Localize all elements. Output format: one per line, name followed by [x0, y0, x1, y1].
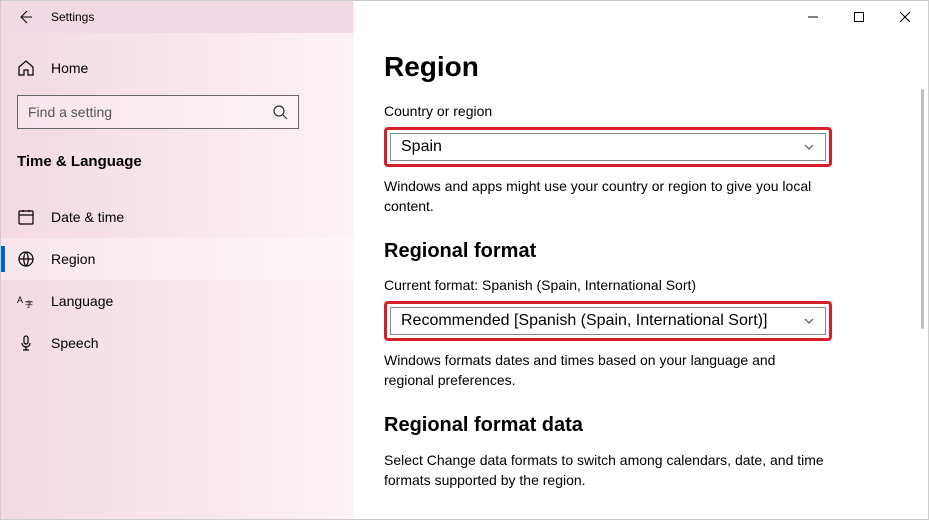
regional-format-data-title: Regional format data	[384, 414, 888, 437]
sidebar-home-label: Home	[51, 60, 88, 76]
current-format-label: Current format: Spanish (Spain, Internat…	[384, 277, 888, 293]
minimize-button[interactable]	[790, 1, 836, 33]
country-dropdown[interactable]: Spain	[390, 133, 826, 161]
sidebar-item-language[interactable]: A 字 Language	[1, 280, 354, 322]
sidebar-item-region[interactable]: Region	[1, 238, 354, 280]
format-value: Recommended [Spanish (Spain, Internation…	[401, 312, 767, 330]
country-value: Spain	[401, 138, 442, 156]
page-title: Region	[384, 51, 888, 83]
format-description: Windows formats dates and times based on…	[384, 351, 824, 390]
sidebar: Home Time & Language	[1, 33, 354, 519]
regional-format-data-description: Select Change data formats to switch amo…	[384, 451, 824, 490]
svg-text:A: A	[17, 295, 23, 305]
chevron-down-icon	[803, 315, 815, 327]
maximize-button[interactable]	[836, 1, 882, 33]
chevron-down-icon	[803, 141, 815, 153]
country-dropdown-highlight: Spain	[384, 127, 832, 167]
microphone-icon	[17, 334, 35, 352]
sidebar-item-speech[interactable]: Speech	[1, 322, 354, 364]
sidebar-category: Time & Language	[1, 141, 354, 184]
sidebar-item-label: Date & time	[51, 209, 124, 225]
back-button[interactable]	[17, 9, 33, 25]
sidebar-item-label: Language	[51, 293, 113, 309]
sidebar-home[interactable]: Home	[1, 49, 354, 87]
sidebar-item-label: Region	[51, 251, 95, 267]
sidebar-item-label: Speech	[51, 335, 98, 351]
country-description: Windows and apps might use your country …	[384, 177, 824, 216]
country-label: Country or region	[384, 103, 888, 119]
calendar-icon	[17, 208, 35, 226]
home-icon	[17, 59, 35, 77]
search-input[interactable]	[28, 104, 272, 120]
search-box[interactable]	[17, 95, 299, 129]
globe-icon	[17, 250, 35, 268]
sidebar-item-date-time[interactable]: Date & time	[1, 196, 354, 238]
scrollbar-thumb[interactable]	[921, 89, 924, 329]
format-dropdown[interactable]: Recommended [Spanish (Spain, Internation…	[390, 307, 826, 335]
window-title: Settings	[51, 10, 94, 24]
search-icon	[272, 104, 288, 120]
format-dropdown-highlight: Recommended [Spanish (Spain, Internation…	[384, 301, 832, 341]
svg-text:字: 字	[25, 299, 33, 309]
regional-format-title: Regional format	[384, 240, 888, 263]
close-button[interactable]	[882, 1, 928, 33]
content-area: Region Country or region Spain Windows a…	[354, 33, 928, 519]
language-icon: A 字	[17, 292, 35, 310]
